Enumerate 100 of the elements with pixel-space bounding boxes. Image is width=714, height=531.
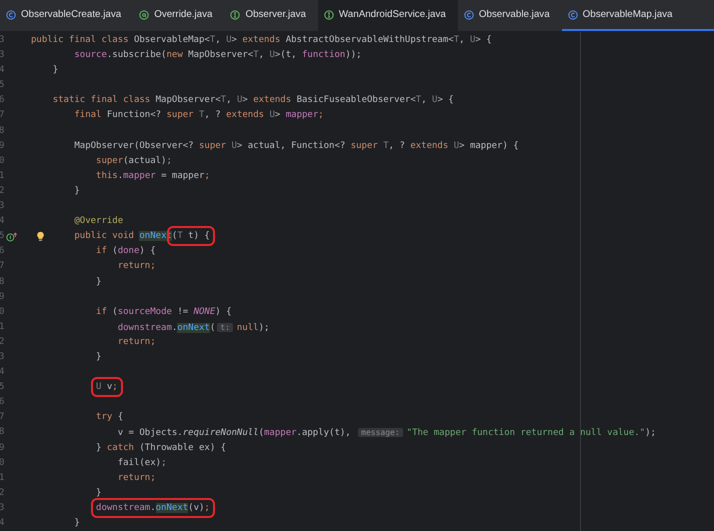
line-number: 5 <box>0 381 5 394</box>
code-text: . <box>172 322 178 333</box>
file-tab[interactable]: WanAndroidService.java <box>318 0 458 31</box>
keyword: extends <box>253 95 292 106</box>
keyword: return; <box>118 336 156 347</box>
static-method-name: requireNonNull <box>182 428 259 438</box>
line-number: 1 <box>0 472 5 485</box>
keyword: return; <box>118 261 156 272</box>
code-text: } <box>96 442 102 453</box>
keyword: this <box>96 170 118 181</box>
keyword: final <box>74 110 102 120</box>
code-text: ( <box>112 306 118 317</box>
keyword: new <box>166 50 184 60</box>
code-text: ObservableMap< <box>134 35 210 45</box>
constant-name: NONE <box>194 306 216 317</box>
keyword: ; <box>204 502 210 513</box>
type-parameter: T <box>177 231 183 242</box>
line-number: 5 <box>0 230 5 244</box>
class-icon <box>6 10 16 20</box>
keyword: public final class <box>31 35 130 45</box>
type-parameter: U <box>454 140 460 151</box>
line-number: 5 <box>0 79 5 92</box>
keyword: super <box>198 140 228 151</box>
code-text: ( <box>172 231 178 242</box>
code-text: . <box>150 502 156 513</box>
type-parameter: T <box>454 35 460 45</box>
code-text: MapObserver(Observer<? <box>74 140 195 151</box>
type-parameter: U <box>226 35 232 45</box>
code-text: { <box>118 412 124 422</box>
file-tab[interactable]: Observer.java <box>224 0 318 31</box>
type-parameter: T <box>416 95 422 106</box>
keyword: extends <box>226 110 266 120</box>
keyword: if <box>96 306 108 317</box>
line-number: 1 <box>0 320 5 334</box>
implements-icon[interactable] <box>6 232 18 242</box>
code-text: MapObserver< <box>188 50 254 60</box>
code-text: (actual) <box>123 156 166 166</box>
type-parameter: U <box>432 95 438 106</box>
field-name: sourceMode <box>118 306 172 317</box>
annotation: @Override <box>74 216 124 226</box>
field-name: mapper <box>286 110 318 120</box>
class-icon <box>464 10 474 20</box>
type-parameter: U <box>236 95 242 106</box>
line-number: 2 <box>0 336 5 349</box>
code-text: , ? <box>204 110 222 120</box>
file-tab[interactable]: Override.java <box>133 0 224 31</box>
keyword: extends <box>410 140 450 151</box>
lightbulb-icon[interactable] <box>36 231 45 242</box>
code-text: , <box>459 35 466 45</box>
code-text: > { <box>475 35 492 45</box>
keyword: super <box>166 110 195 120</box>
keyword: catch <box>106 442 135 453</box>
file-tab[interactable]: ObservableCreate.java <box>0 0 134 31</box>
code-text: = mapper <box>160 170 204 181</box>
code-text: , <box>421 95 428 106</box>
code-text: } <box>52 65 58 76</box>
code-text: , <box>226 95 233 106</box>
code-text: AbstractObservableWithUpstream< <box>286 35 454 45</box>
code-text: , ? <box>388 140 406 151</box>
code-text: t) { <box>187 231 210 242</box>
field-name: downstream <box>96 502 150 513</box>
code-text: MapObserver< <box>156 95 221 106</box>
parameter-hint: t: <box>217 322 233 332</box>
interface-icon <box>230 10 240 20</box>
code-text: } <box>74 186 80 196</box>
field-name: mapper <box>123 170 156 181</box>
type-parameter: U <box>232 140 237 151</box>
code-text: ) { <box>215 306 232 317</box>
code-text: ( <box>258 428 264 438</box>
code-text: v <box>106 382 112 392</box>
code-text: } <box>74 518 80 528</box>
annotation-icon <box>139 10 150 20</box>
code-text: .apply(t), <box>296 428 352 438</box>
field-name: function <box>302 50 346 60</box>
code-text: v = Objects. <box>118 428 183 438</box>
keyword: ; <box>112 382 118 392</box>
interface-icon <box>324 10 334 20</box>
method-name: onNext <box>177 322 210 333</box>
code-text: , <box>215 35 222 45</box>
code-text: ); <box>645 428 656 438</box>
string-literal: "The mapper function returned a null value." <box>406 428 646 438</box>
keyword: super <box>350 140 379 151</box>
field-name: mapper <box>264 428 297 438</box>
code-text: ( <box>112 246 118 256</box>
file-tab[interactable]: Observable.java <box>458 0 562 31</box>
line-number: 1 <box>0 170 5 183</box>
code-text: BasicFuseableObserver< <box>296 95 416 106</box>
code-text: (v) <box>188 502 204 513</box>
field-name: downstream <box>118 322 172 333</box>
keyword: ; <box>204 170 210 181</box>
keyword: if <box>96 246 108 256</box>
keyword: static final class <box>52 95 152 106</box>
code-text: . <box>118 170 124 181</box>
code-text: } <box>96 352 102 362</box>
type-parameter: U <box>470 35 476 45</box>
method-name: onNext <box>156 502 188 513</box>
line-number: 2 <box>0 184 5 198</box>
code-text: ); <box>258 322 270 333</box>
keyword: super <box>96 156 124 166</box>
keyword: ; <box>161 458 166 468</box>
